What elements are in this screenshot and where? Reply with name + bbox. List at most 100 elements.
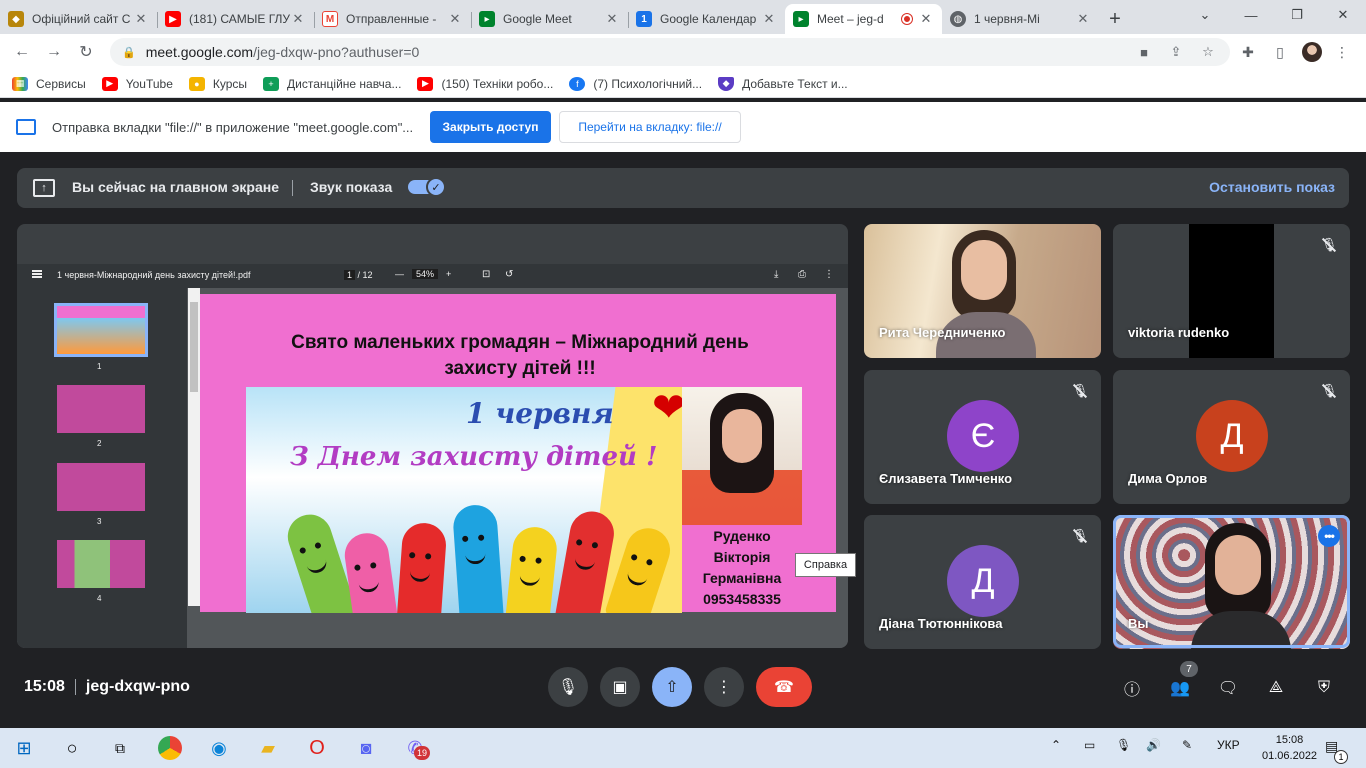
chat-icon[interactable]: 🗨 bbox=[1215, 675, 1241, 701]
battery-icon[interactable]: ▭ bbox=[1084, 738, 1095, 752]
bookmark-star-icon[interactable]: ☆ bbox=[1198, 42, 1218, 62]
share-icon[interactable]: ⇪ bbox=[1166, 42, 1186, 62]
zoom-in-icon[interactable]: + bbox=[446, 269, 451, 279]
scrollbar[interactable] bbox=[188, 288, 200, 606]
participant-tile[interactable]: 🎙 viktoria rudenko bbox=[1113, 224, 1350, 358]
close-icon[interactable]: ✕ bbox=[761, 11, 777, 27]
classroom-icon: ● bbox=[188, 76, 205, 91]
camera-icon[interactable]: ■ bbox=[1134, 42, 1154, 62]
host-controls-icon[interactable]: ⛨ bbox=[1311, 675, 1337, 701]
download-icon[interactable]: ⤓ bbox=[774, 269, 778, 280]
opera-icon[interactable]: O bbox=[305, 736, 329, 760]
mic-off-icon: 🎙 bbox=[1320, 237, 1338, 252]
windows-start-icon[interactable]: ⊞ bbox=[12, 736, 36, 760]
thumbnail-page-1[interactable] bbox=[54, 303, 148, 357]
more-options-button[interactable]: ⋮ bbox=[704, 667, 744, 707]
thumbnail-number: 4 bbox=[97, 594, 102, 603]
fit-page-icon[interactable]: ⊡ bbox=[482, 269, 490, 280]
activities-icon[interactable]: ⟁ bbox=[1263, 675, 1289, 701]
present-button[interactable]: ⇧ bbox=[652, 667, 692, 707]
back-icon[interactable]: ← bbox=[6, 38, 38, 66]
microphone-button[interactable]: 🎙 bbox=[548, 667, 588, 707]
address-bar[interactable]: 🔒 meet.google.com/jeg-dxqw-pno?authuser=… bbox=[110, 38, 1230, 66]
print-icon[interactable]: ⎙ bbox=[798, 269, 806, 280]
tab-6-active[interactable]: ▸ Meet – jeg-d ✕ bbox=[785, 4, 942, 34]
close-icon[interactable]: ✕ bbox=[133, 11, 149, 27]
language-indicator[interactable]: УКР bbox=[1217, 738, 1240, 752]
participant-tile[interactable]: 🎙 Д Діана Тютюннікова bbox=[864, 515, 1101, 649]
bookmark-psychology[interactable]: f (7) Психологічний... bbox=[569, 76, 702, 91]
switch-to-tab-button[interactable]: Перейти на вкладку: file:// bbox=[559, 111, 741, 143]
new-tab-button[interactable]: + bbox=[1099, 4, 1131, 34]
tab-7[interactable]: ◍ 1 червня-Мі ✕ bbox=[942, 4, 1099, 34]
participant-tile[interactable]: 🎙 Д Дима Орлов bbox=[1113, 370, 1350, 504]
system-clock[interactable]: 15:08 01.06.2022 bbox=[1262, 732, 1317, 764]
reload-icon[interactable]: ↻ bbox=[70, 38, 102, 66]
rotate-icon[interactable]: ↺ bbox=[505, 269, 513, 280]
tab-3[interactable]: M Отправленные - ✕ bbox=[314, 4, 471, 34]
close-icon[interactable]: ✕ bbox=[604, 11, 620, 27]
thumbnail-page-3[interactable] bbox=[57, 463, 145, 511]
zoom-input[interactable]: 54% bbox=[412, 269, 439, 279]
task-view-icon[interactable]: ⧉ bbox=[108, 736, 132, 760]
participant-tile[interactable]: 🎙 Є Єлизавета Тимченко bbox=[864, 370, 1101, 504]
microphone-in-use-icon[interactable]: 🎙 bbox=[1116, 738, 1131, 752]
pen-icon[interactable]: ✎ bbox=[1182, 738, 1192, 752]
close-window-button[interactable]: ✕ bbox=[1320, 0, 1366, 30]
leave-call-button[interactable]: ☎ bbox=[756, 667, 812, 707]
edge-icon[interactable]: ◉ bbox=[207, 736, 231, 760]
more-options-icon[interactable]: ⋮ bbox=[824, 269, 834, 280]
thumbnail-page-4[interactable] bbox=[57, 540, 145, 588]
tab-2[interactable]: ▶ (181) САМЫЕ ГЛУ ✕ bbox=[157, 4, 314, 34]
restore-button[interactable]: ❐ bbox=[1274, 0, 1320, 30]
minimize-button[interactable]: — bbox=[1228, 0, 1274, 30]
bookmark-services[interactable]: ▦ Сервисы bbox=[12, 76, 86, 91]
discord-icon[interactable]: ◙ bbox=[354, 736, 378, 760]
file-explorer-icon[interactable]: ▰ bbox=[256, 736, 280, 760]
people-icon[interactable]: 👥 bbox=[1167, 675, 1193, 701]
volume-icon[interactable]: 🔊 bbox=[1146, 738, 1161, 752]
slide-title: Свято маленьких громадян – Міжнародний д… bbox=[291, 332, 749, 379]
bookmark-courses[interactable]: ● Курсы bbox=[188, 76, 247, 91]
bookmark-techniques[interactable]: ▶ (150) Техніки робо... bbox=[417, 76, 553, 91]
url-path: /jeg-dxqw-pno?authuser=0 bbox=[253, 44, 420, 60]
painted-hand-icon bbox=[341, 530, 399, 613]
participant-tile[interactable]: Рита Чередниченко bbox=[864, 224, 1101, 358]
meeting-details-icon[interactable]: ⓘ bbox=[1119, 675, 1145, 701]
forward-icon[interactable]: → bbox=[38, 38, 70, 66]
bookmark-distance[interactable]: + Дистанційне навча... bbox=[263, 76, 401, 91]
tab-search-icon[interactable]: ⌄ bbox=[1182, 0, 1228, 30]
zoom-out-icon[interactable]: — bbox=[395, 269, 404, 279]
painted-hand-icon bbox=[396, 521, 448, 613]
lock-icon[interactable]: 🔒 bbox=[122, 46, 136, 59]
scrollbar-thumb[interactable] bbox=[190, 302, 198, 392]
close-icon[interactable]: ✕ bbox=[918, 11, 934, 27]
close-icon[interactable]: ✕ bbox=[1075, 11, 1091, 27]
share-audio-toggle[interactable]: ✓ bbox=[408, 177, 446, 197]
menu-dots-icon[interactable]: ⋮ bbox=[1330, 40, 1354, 64]
present-screen-icon: ↑ bbox=[33, 179, 55, 197]
tab-1[interactable]: ◆ Офіційний сайт С ✕ bbox=[0, 4, 157, 34]
thumbnail-number: 2 bbox=[97, 439, 102, 448]
extensions-icon[interactable]: ✚ bbox=[1236, 40, 1260, 64]
stop-sharing-button[interactable]: Закрыть доступ bbox=[430, 111, 551, 143]
close-icon[interactable]: ✕ bbox=[290, 11, 306, 27]
heart-icon: ❤ bbox=[652, 386, 686, 430]
bookmark-youtube[interactable]: ▶ YouTube bbox=[101, 76, 173, 91]
profile-avatar[interactable] bbox=[1302, 42, 1322, 62]
close-icon[interactable]: ✕ bbox=[447, 11, 463, 27]
thumbnail-page-2[interactable] bbox=[57, 385, 145, 433]
tab-4[interactable]: ▸ Google Meet ✕ bbox=[471, 4, 628, 34]
search-icon[interactable]: ○ bbox=[60, 736, 84, 760]
page-input[interactable]: 1 bbox=[344, 270, 356, 280]
tab-5[interactable]: 1 Google Календар ✕ bbox=[628, 4, 785, 34]
chrome-icon[interactable] bbox=[158, 736, 182, 760]
bookmark-add-text[interactable]: ◆ Добавьте Текст и... bbox=[718, 76, 848, 91]
side-panel-icon[interactable]: ▯ bbox=[1268, 40, 1292, 64]
show-hidden-icons[interactable]: ⌃ bbox=[1051, 738, 1061, 752]
menu-icon[interactable] bbox=[32, 270, 42, 278]
camera-button[interactable]: ▣ bbox=[600, 667, 640, 707]
stop-presenting-button[interactable]: Остановить показ bbox=[1209, 179, 1335, 195]
participant-name: viktoria rudenko bbox=[1128, 325, 1230, 340]
active-speaker-border bbox=[1113, 515, 1350, 648]
